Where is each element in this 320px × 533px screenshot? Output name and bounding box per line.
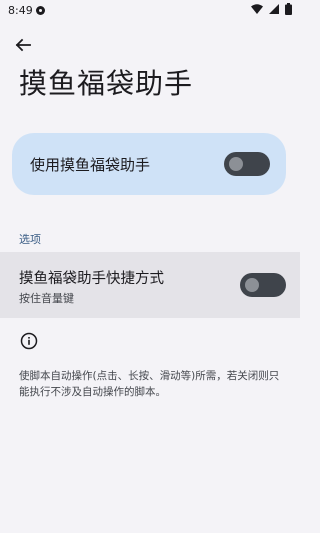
- info-icon: [20, 332, 38, 350]
- wifi-icon: [251, 4, 263, 14]
- arrow-back-icon: [15, 38, 31, 52]
- main-toggle-switch[interactable]: [224, 152, 270, 176]
- back-button[interactable]: [10, 32, 36, 58]
- footer-description: 使脚本自动操作(点击、长按、滑动等)所需，若关闭则只能执行不涉及自动操作的脚本。: [19, 370, 280, 398]
- main-toggle-label: 使用摸鱼福袋助手: [30, 156, 151, 174]
- switch-thumb: [229, 157, 243, 171]
- status-icons: [251, 3, 292, 15]
- page-title: 摸鱼福袋助手: [19, 67, 194, 100]
- battery-icon: [285, 3, 292, 15]
- status-bar: 8:49: [0, 0, 300, 22]
- app-notification-icon: [36, 6, 45, 15]
- shortcut-summary: 按住音量键: [19, 292, 74, 305]
- shortcut-setting-row[interactable]: 摸鱼福袋助手快捷方式 按住音量键: [0, 252, 300, 318]
- shortcut-toggle-switch[interactable]: [240, 273, 286, 297]
- status-time: 8:49: [8, 4, 33, 17]
- main-toggle-card[interactable]: 使用摸鱼福袋助手: [12, 133, 286, 195]
- switch-thumb: [245, 278, 259, 292]
- options-section-header: 选项: [19, 233, 41, 246]
- shortcut-title: 摸鱼福袋助手快捷方式: [19, 271, 164, 287]
- cell-signal-icon: [269, 4, 279, 14]
